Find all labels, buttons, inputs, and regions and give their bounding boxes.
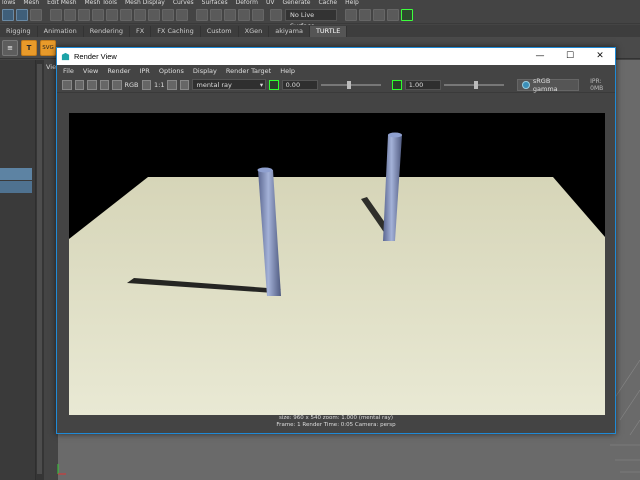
maya-workspace: lows Mesh Edit Mesh Mesh Tools Mesh Disp… bbox=[0, 0, 640, 480]
shelf-settings-icon[interactable]: ≡ bbox=[2, 39, 18, 56]
tab-akiyama[interactable]: akiyama bbox=[269, 26, 310, 37]
tab-custom[interactable]: Custom bbox=[201, 26, 239, 37]
gamma-slider[interactable] bbox=[443, 80, 504, 89]
tab-animation[interactable]: Animation bbox=[38, 26, 84, 37]
chevron-down-icon: ▾ bbox=[259, 81, 264, 89]
svg-tool-button[interactable]: SVG bbox=[40, 39, 56, 56]
render-info-size: size: 960 x 540 zoom: 1.000 (mental ray) bbox=[278, 415, 394, 421]
status-line: No Live Surface bbox=[0, 6, 640, 30]
snap-curve-icon[interactable] bbox=[210, 8, 222, 21]
selected-row[interactable] bbox=[0, 168, 32, 180]
magnet-icon[interactable] bbox=[270, 8, 282, 21]
maya-logo-icon bbox=[61, 52, 70, 61]
minimize-icon[interactable]: — bbox=[525, 48, 555, 65]
cylinder-cap bbox=[388, 132, 402, 138]
snap-point-icon[interactable] bbox=[224, 8, 236, 21]
ipr-memory: IPR: 0MB bbox=[590, 77, 604, 92]
exposure-field[interactable]: 0.00 bbox=[281, 79, 318, 90]
rv-menu-render[interactable]: Render bbox=[107, 67, 130, 75]
render-region-icon[interactable] bbox=[74, 79, 84, 90]
exposure-slider[interactable] bbox=[320, 80, 381, 89]
render-view-window: Render View — ☐ ✕ File View Render IPR O… bbox=[56, 47, 616, 434]
render-icon[interactable] bbox=[345, 8, 357, 21]
selection-mask-icon[interactable] bbox=[64, 8, 76, 21]
selection-mask-icon[interactable] bbox=[162, 8, 174, 21]
snap-view-icon[interactable] bbox=[238, 8, 250, 21]
selection-mask-icon[interactable] bbox=[134, 8, 146, 21]
selected-row[interactable] bbox=[0, 181, 32, 193]
rendered-scene bbox=[69, 113, 605, 415]
selection-mask-icon[interactable] bbox=[176, 8, 188, 21]
rv-menu-options[interactable]: Options bbox=[159, 67, 184, 75]
snap-surface-icon[interactable] bbox=[252, 8, 264, 21]
ipr-icon[interactable] bbox=[373, 8, 385, 21]
renderer-value: mental ray bbox=[196, 81, 232, 89]
render-view-body: size: 960 x 540 zoom: 1.000 (mental ray)… bbox=[57, 93, 615, 433]
selection-mask-icon[interactable] bbox=[50, 8, 62, 21]
maximize-icon[interactable]: ☐ bbox=[555, 48, 585, 65]
refresh-icon[interactable] bbox=[112, 79, 122, 90]
render-settings-icon[interactable] bbox=[387, 8, 399, 21]
gamma-field[interactable]: 1.00 bbox=[404, 79, 441, 90]
live-surface: No Live Surface bbox=[270, 8, 337, 30]
alpha-channel-icon[interactable] bbox=[141, 79, 152, 90]
paint-select-icon[interactable] bbox=[30, 8, 42, 21]
close-icon[interactable]: ✕ bbox=[585, 48, 615, 65]
rv-menu-render-target[interactable]: Render Target bbox=[226, 67, 271, 75]
rv-menu-view[interactable]: View bbox=[83, 67, 98, 75]
text-tool-button[interactable]: T bbox=[21, 39, 37, 56]
render-info: size: 960 x 540 zoom: 1.000 (mental ray)… bbox=[57, 415, 615, 429]
remove-image-icon[interactable] bbox=[179, 79, 190, 90]
render-view-toolbar: RGB 1:1 mental ray ▾ 0.00 1.00 sRGB gamm… bbox=[57, 77, 615, 93]
shelf-tabs: Rigging Animation Rendering FX FX Cachin… bbox=[0, 25, 640, 37]
rv-menu-file[interactable]: File bbox=[63, 67, 74, 75]
tab-fx[interactable]: FX bbox=[130, 26, 152, 37]
outliner-panel bbox=[0, 60, 36, 480]
real-size-button[interactable]: 1:1 bbox=[154, 81, 164, 89]
panel-view-menu[interactable]: Vie bbox=[46, 63, 56, 71]
render-view-menu: File View Render IPR Options Display Ren… bbox=[57, 65, 615, 77]
rv-menu-ipr[interactable]: IPR bbox=[139, 67, 149, 75]
lasso-icon[interactable] bbox=[16, 8, 28, 21]
render-icon[interactable] bbox=[359, 8, 371, 21]
color-management-button[interactable]: sRGB gamma bbox=[517, 76, 580, 93]
render-view-titlebar[interactable]: Render View — ☐ ✕ bbox=[57, 48, 615, 65]
tab-turtle[interactable]: TURTLE bbox=[309, 26, 348, 37]
selection-mask-icon[interactable] bbox=[78, 8, 90, 21]
selection-mask-icon[interactable] bbox=[92, 8, 104, 21]
axis-gizmo-icon bbox=[57, 464, 66, 475]
tab-xgen[interactable]: XGen bbox=[239, 26, 270, 37]
selection-mask-icon[interactable] bbox=[148, 8, 160, 21]
rgb-channel-button[interactable]: RGB bbox=[125, 81, 139, 89]
ipr-render-icon[interactable] bbox=[99, 79, 109, 90]
renderer-dropdown[interactable]: mental ray ▾ bbox=[192, 79, 267, 90]
render-info-frame: Frame: 1 Render Time: 0:05 Camera: persp bbox=[276, 422, 396, 428]
snap-grid-icon[interactable] bbox=[196, 8, 208, 21]
render-view-title: Render View bbox=[74, 52, 117, 61]
selection-mask-icon[interactable] bbox=[106, 8, 118, 21]
color-management-icon bbox=[522, 80, 530, 89]
outliner-scrollbar[interactable] bbox=[36, 60, 44, 480]
selection-mask-icon[interactable] bbox=[120, 8, 132, 21]
tab-fx-caching[interactable]: FX Caching bbox=[151, 26, 201, 37]
color-management-label: sRGB gamma bbox=[532, 76, 558, 93]
gamma-toggle-icon[interactable] bbox=[392, 79, 402, 90]
keep-image-icon[interactable] bbox=[167, 79, 177, 90]
render-view-toggle-icon[interactable] bbox=[401, 8, 413, 21]
render-frame-icon[interactable] bbox=[62, 79, 72, 90]
select-tool-icon[interactable] bbox=[2, 8, 14, 21]
exposure-toggle-icon[interactable] bbox=[269, 79, 279, 90]
cylinder-cap bbox=[257, 167, 273, 173]
rendered-image[interactable] bbox=[69, 113, 605, 415]
ground-plane bbox=[69, 177, 605, 415]
rv-menu-help[interactable]: Help bbox=[280, 67, 295, 75]
tab-rendering[interactable]: Rendering bbox=[84, 26, 130, 37]
tab-rigging[interactable]: Rigging bbox=[0, 26, 38, 37]
rv-menu-display[interactable]: Display bbox=[193, 67, 217, 75]
snapshot-icon[interactable] bbox=[87, 79, 97, 90]
live-surface-field[interactable]: No Live Surface bbox=[285, 8, 337, 30]
